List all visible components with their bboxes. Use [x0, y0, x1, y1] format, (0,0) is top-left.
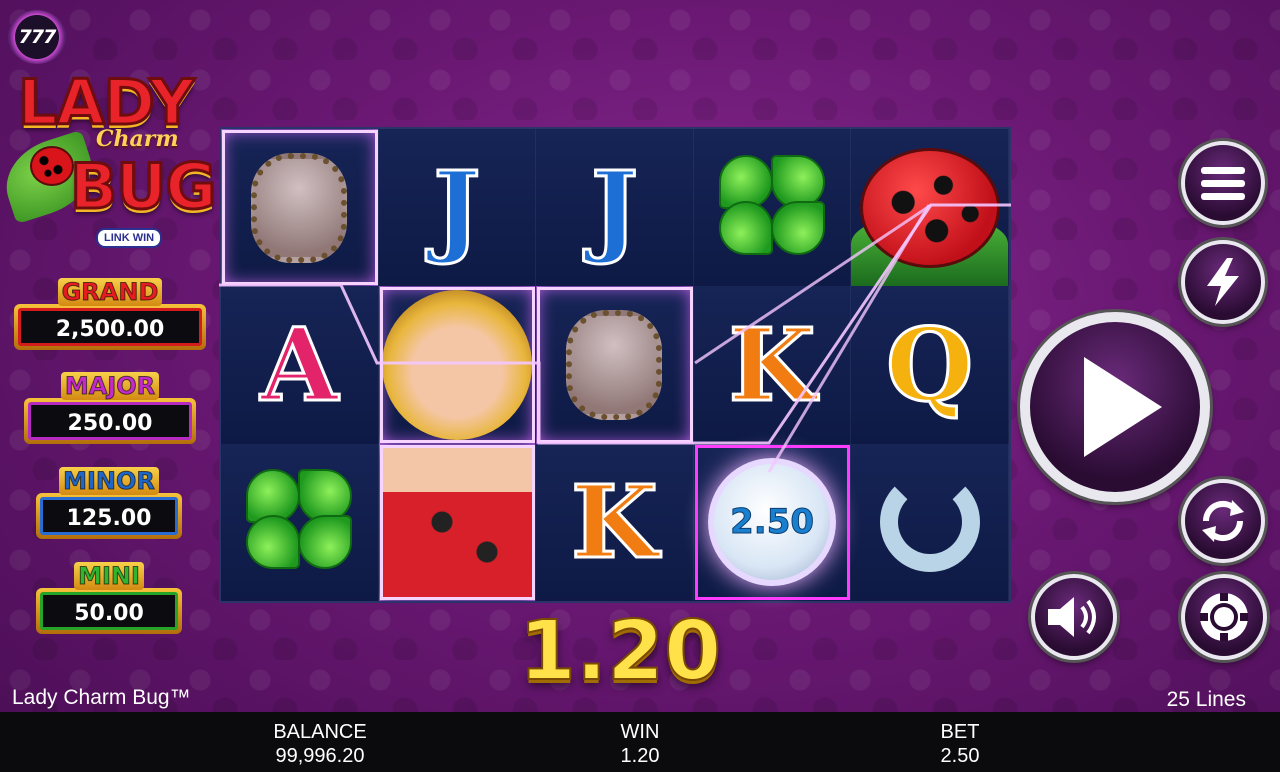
turbo-button[interactable]: [1181, 240, 1265, 324]
reel-cell-r3c3: K: [536, 443, 694, 601]
coin-value: 2.50: [730, 502, 815, 543]
reel-cell-r3c1: [221, 443, 379, 601]
jackpot-mini: MINI 50.00: [36, 562, 182, 634]
balance-display: BALANCE 99,996.20: [230, 720, 410, 768]
jackpot-grand-label: GRAND: [57, 278, 163, 307]
win-value: 1.20: [620, 745, 660, 767]
ladybug-icon: [859, 147, 1000, 268]
jackpot-grand: GRAND 2,500.00: [14, 278, 206, 350]
play-icon: [1084, 357, 1162, 457]
reel-cell-r3c4: 2.50: [693, 443, 852, 601]
casino-777-badge: 777: [8, 10, 66, 64]
lightning-icon: [1207, 258, 1239, 306]
jackpot-minor-label: MINOR: [59, 467, 159, 496]
k-symbol-icon: K: [570, 463, 660, 582]
bet-button[interactable]: [1181, 574, 1267, 660]
link-win-tag: LINK WIN: [96, 228, 163, 248]
jackpot-minor-value: 125.00: [40, 497, 178, 535]
jackpot-major: MAJOR 250.00: [24, 372, 196, 444]
reel-cell-r1c3: J: [536, 129, 694, 287]
reel-cell-r3c2: [378, 443, 537, 601]
reel-cell-r1c2: J: [378, 129, 537, 287]
lady-wild-icon: [381, 289, 532, 440]
status-bar: BALANCE 99,996.20 WIN 1.20 BET 2.50: [0, 712, 1280, 772]
balance-label: BALANCE: [273, 721, 367, 743]
reel-cell-r3c5: [851, 443, 1009, 601]
lady-wild-lower-icon: [381, 447, 532, 598]
win-label: WIN: [620, 721, 660, 743]
clover-icon: [717, 153, 827, 263]
bet-value: 2.50: [940, 745, 980, 767]
autoplay-button[interactable]: [1181, 479, 1265, 563]
menu-button[interactable]: [1181, 141, 1265, 225]
game-name-label: Lady Charm Bug™: [12, 686, 191, 709]
spin-button[interactable]: [1020, 312, 1210, 502]
bet-label: BET: [940, 721, 980, 743]
jackpot-minor: MINOR 125.00: [36, 467, 182, 539]
paylines-label: 25 Lines: [1166, 688, 1246, 711]
reel-cell-r2c1: A: [221, 286, 379, 444]
reel-cell-r1c5: [851, 129, 1009, 287]
j-symbol-icon: J: [589, 148, 639, 267]
jackpot-grand-value: 2,500.00: [18, 308, 202, 346]
game-logo: LADY Charm BUG LINK WIN: [0, 64, 224, 254]
bet-display[interactable]: BET 2.50: [880, 720, 1040, 768]
reel-cell-r1c4: [693, 129, 852, 287]
jackpot-major-label: MAJOR: [60, 372, 160, 401]
reel-cell-r2c2: [378, 286, 537, 444]
reel-grid: J J A K Q K 2.50: [219, 127, 1011, 603]
cat-paw-icon: [251, 152, 348, 263]
a-symbol-icon: A: [259, 305, 340, 424]
menu-icon: [1201, 161, 1245, 206]
autoplay-icon: [1202, 500, 1244, 542]
ladybug-icon: [30, 146, 74, 186]
clover-icon: [244, 467, 354, 577]
win-amount-display: 1.20: [518, 603, 722, 700]
logo-line-bug: BUG: [69, 149, 218, 225]
reel-cell-r2c4: K: [693, 286, 852, 444]
reel-cell-r1c1: [221, 129, 379, 287]
logo-line-charm: Charm: [96, 126, 179, 152]
reel-cell-r2c5: Q: [851, 286, 1009, 444]
casino-chip-icon: [1200, 593, 1248, 641]
horseshoe-icon: [879, 472, 980, 573]
jackpot-major-value: 250.00: [28, 402, 192, 440]
jackpot-mini-value: 50.00: [40, 592, 178, 630]
badge-text: 777: [18, 26, 57, 48]
cat-paw-icon: [566, 309, 663, 420]
jackpot-mini-label: MINI: [74, 562, 144, 591]
coin-bonus-icon: 2.50: [708, 458, 837, 587]
sound-button[interactable]: [1031, 574, 1117, 660]
k-symbol-icon: K: [727, 305, 817, 424]
win-display: WIN 1.20: [560, 720, 720, 768]
j-symbol-icon: J: [432, 148, 482, 267]
speaker-icon: [1048, 597, 1096, 637]
reel-cell-r2c3: [536, 286, 694, 444]
balance-value: 99,996.20: [275, 745, 365, 767]
q-symbol-icon: Q: [885, 305, 975, 424]
